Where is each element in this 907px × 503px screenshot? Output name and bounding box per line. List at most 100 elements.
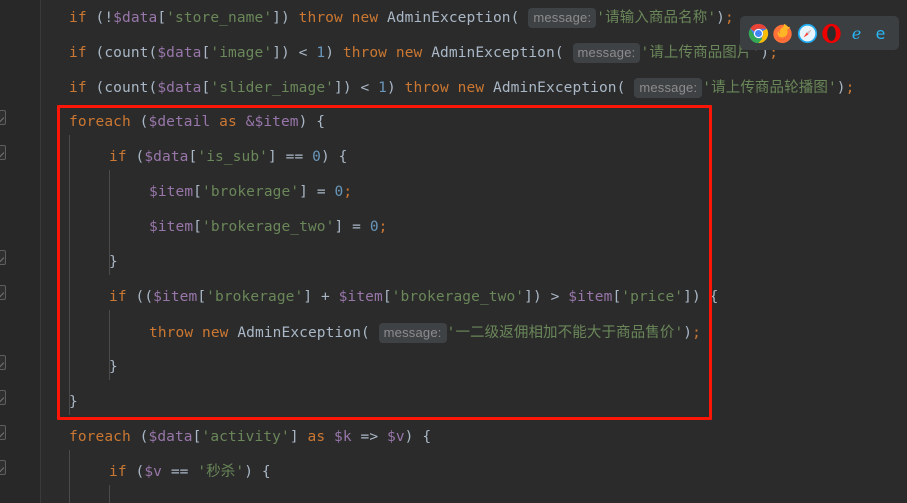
string-literal: 'image' bbox=[210, 45, 273, 61]
code-line[interactable]: if (!$data['store_name']) throw new Admi… bbox=[69, 0, 734, 35]
editor-gutter[interactable] bbox=[0, 0, 40, 503]
code-line[interactable]: if (count($data['slider_image']) < 1) th… bbox=[69, 70, 854, 105]
punctuation: ]) > bbox=[524, 289, 569, 305]
ie-icon[interactable]: e bbox=[846, 23, 867, 44]
firefox-icon[interactable] bbox=[772, 23, 793, 44]
string-literal: 'activity' bbox=[201, 429, 290, 445]
punctuation: ( bbox=[360, 325, 379, 341]
punctuation: ) bbox=[387, 80, 405, 96]
punctuation: } bbox=[69, 394, 78, 410]
fold-toggle-icon[interactable] bbox=[0, 145, 6, 160]
number-literal: 1 bbox=[378, 80, 387, 96]
punctuation: ( bbox=[130, 429, 149, 445]
keyword-as: as bbox=[219, 114, 237, 130]
fold-toggle-icon[interactable] bbox=[0, 390, 6, 405]
punctuation: ]) { bbox=[683, 289, 719, 305]
punctuation: ] = bbox=[299, 184, 335, 200]
punctuation: => bbox=[351, 429, 387, 445]
code-line[interactable]: } bbox=[69, 385, 78, 420]
punctuation: (( bbox=[126, 289, 154, 305]
class-name: AdminException bbox=[493, 80, 617, 96]
string-literal: 'brokerage' bbox=[206, 289, 304, 305]
code-line[interactable]: if (($item['brokerage'] + $item['brokera… bbox=[109, 280, 718, 315]
code-line[interactable]: foreach ($detail as &$item) { bbox=[69, 105, 325, 140]
string-literal: 'brokerage_two' bbox=[202, 219, 335, 235]
code-editor[interactable]: if (!$data['store_name']) throw new Admi… bbox=[0, 0, 907, 503]
string-literal: '请输入商品名称' bbox=[596, 10, 717, 26]
variable-v: $v bbox=[144, 464, 163, 480]
keyword-foreach: foreach bbox=[69, 429, 131, 445]
code-line[interactable]: } bbox=[109, 245, 118, 280]
punctuation: ] == bbox=[268, 149, 313, 165]
keyword-if: if bbox=[69, 10, 87, 26]
punctuation: (! bbox=[86, 10, 114, 26]
punctuation: [ bbox=[197, 289, 207, 305]
punctuation: ( bbox=[130, 114, 149, 130]
fold-toggle-icon[interactable] bbox=[0, 460, 6, 475]
variable-data: $data bbox=[157, 45, 202, 61]
fold-toggle-icon[interactable] bbox=[0, 355, 6, 370]
keyword-new: new bbox=[202, 325, 229, 341]
opera-icon[interactable] bbox=[821, 23, 842, 44]
keyword-if: if bbox=[69, 45, 87, 61]
punctuation: ) bbox=[836, 80, 846, 96]
string-literal: 'slider_image' bbox=[210, 80, 334, 96]
variable-k: $k bbox=[334, 429, 352, 445]
string-literal: 'brokerage_two' bbox=[391, 289, 525, 305]
punctuation: == bbox=[162, 464, 198, 480]
code-line[interactable]: throw new AdminException( message: '一二级返佣… bbox=[149, 315, 701, 350]
keyword-as: as bbox=[307, 429, 326, 445]
parameter-hint-message: message: bbox=[572, 43, 641, 63]
punctuation: ) bbox=[325, 45, 343, 61]
variable-data: $data bbox=[148, 429, 193, 445]
keyword-if: if bbox=[109, 149, 127, 165]
punctuation: ]) < bbox=[272, 45, 317, 61]
punctuation: } bbox=[109, 254, 118, 270]
code-line[interactable]: $item['brokerage'] = 0; bbox=[149, 175, 352, 210]
punctuation: ) { bbox=[404, 429, 432, 445]
indent-guide bbox=[69, 450, 70, 503]
variable-item: $item bbox=[568, 289, 613, 305]
code-line[interactable]: $item['brokerage_two'] = 0; bbox=[149, 210, 388, 245]
variable-data: $data bbox=[113, 10, 158, 26]
punctuation bbox=[343, 10, 352, 26]
punctuation: ( bbox=[86, 45, 105, 61]
variable-item-ref: &$item bbox=[245, 114, 299, 130]
code-line[interactable]: if (count($data['image']) < 1) throw new… bbox=[69, 35, 778, 70]
variable-data: $data bbox=[157, 80, 202, 96]
number-literal: 0 bbox=[312, 149, 322, 165]
punctuation: ) { bbox=[321, 149, 348, 165]
code-line[interactable]: } bbox=[109, 350, 118, 385]
fold-toggle-icon[interactable] bbox=[0, 285, 6, 300]
code-text-area[interactable]: if (!$data['store_name']) throw new Admi… bbox=[41, 0, 907, 503]
punctuation: ; bbox=[378, 219, 388, 235]
browser-icons-overlay[interactable]: e e bbox=[740, 16, 899, 50]
variable-data: $data bbox=[144, 149, 189, 165]
punctuation: ( bbox=[126, 149, 145, 165]
indent-guide bbox=[69, 135, 70, 415]
punctuation: } bbox=[109, 359, 118, 375]
parameter-hint-message: message: bbox=[634, 78, 703, 98]
edge-icon[interactable]: e bbox=[870, 23, 891, 44]
punctuation bbox=[387, 45, 396, 61]
safari-icon[interactable] bbox=[797, 23, 818, 44]
punctuation: [ bbox=[382, 289, 392, 305]
punctuation: ) { bbox=[244, 464, 271, 480]
chrome-icon[interactable] bbox=[748, 23, 769, 44]
function-count: count bbox=[104, 45, 149, 61]
class-name: AdminException bbox=[431, 45, 555, 61]
punctuation bbox=[210, 114, 219, 130]
fold-toggle-icon[interactable] bbox=[0, 110, 6, 125]
class-name: AdminException bbox=[237, 325, 361, 341]
fold-toggle-icon[interactable] bbox=[0, 250, 6, 265]
punctuation: ( bbox=[510, 10, 529, 26]
string-literal: '一二级返佣相加不能大于商品售价' bbox=[446, 325, 684, 341]
code-line[interactable]: if ($data['is_sub'] == 0) { bbox=[109, 140, 348, 175]
fold-toggle-icon[interactable] bbox=[0, 425, 6, 440]
punctuation bbox=[378, 10, 387, 26]
code-line[interactable]: foreach ($data['activity'] as $k => $v) … bbox=[69, 420, 431, 455]
punctuation: ]) bbox=[272, 10, 299, 26]
code-line[interactable]: if ($v == '秒杀') { bbox=[109, 455, 271, 490]
punctuation: ) bbox=[683, 325, 693, 341]
string-literal: '请上传商品轮播图' bbox=[702, 80, 837, 96]
